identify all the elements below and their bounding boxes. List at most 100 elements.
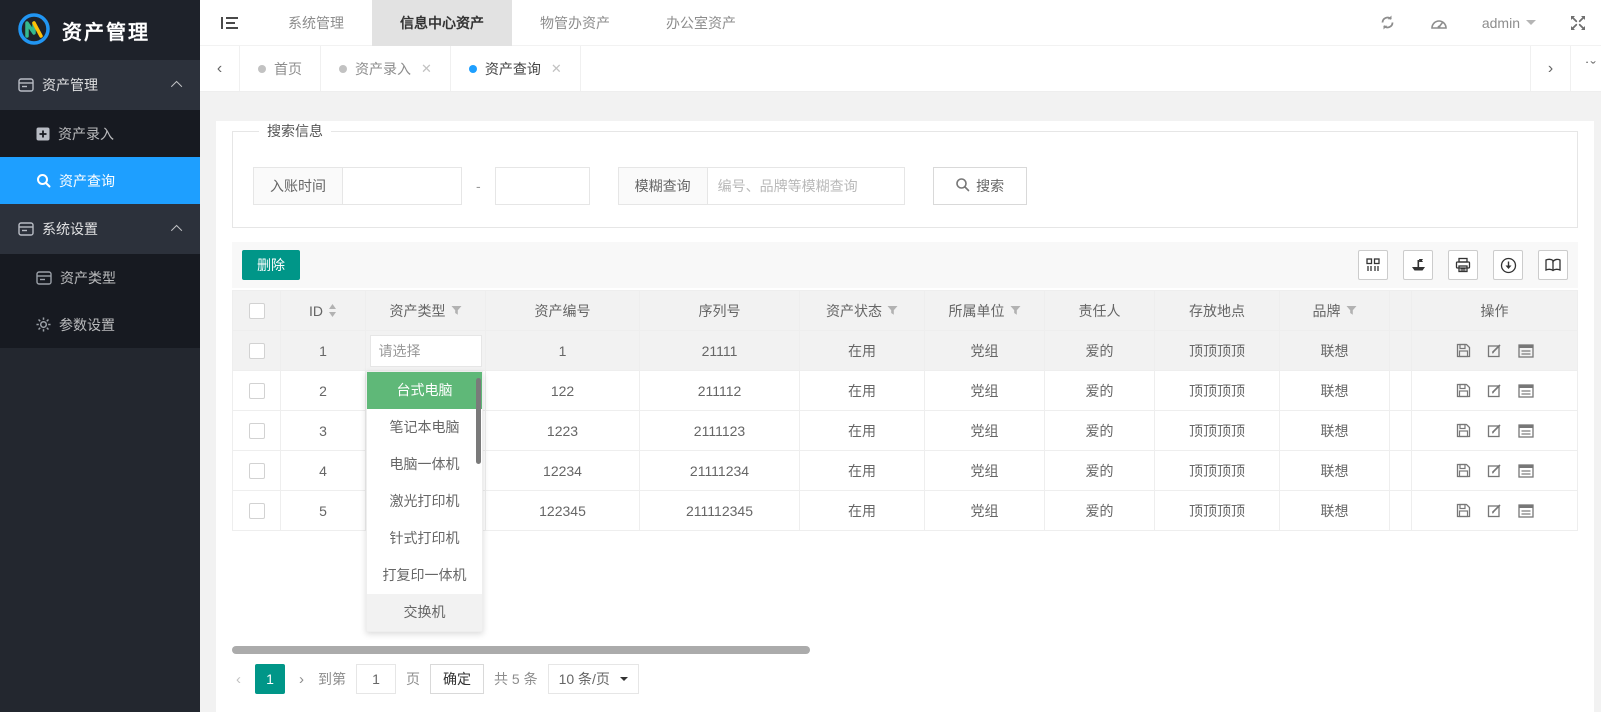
tabs-scroll-left-icon[interactable]: ‹ bbox=[200, 46, 240, 91]
cell-actions bbox=[1412, 371, 1578, 411]
confirm-page-button[interactable]: 确定 bbox=[430, 664, 484, 694]
sidebar-item-asset-query[interactable]: 资产查询 bbox=[0, 157, 200, 204]
save-icon[interactable] bbox=[1456, 423, 1471, 438]
header-location: 存放地点 bbox=[1155, 291, 1280, 331]
dropdown-option[interactable]: 针式打印机 bbox=[367, 520, 482, 557]
sidebar-item-asset-type[interactable]: 资产类型 bbox=[0, 254, 200, 301]
header-owner: 责任人 bbox=[1045, 291, 1155, 331]
tab-label: 首页 bbox=[274, 59, 302, 79]
next-page-icon[interactable]: › bbox=[295, 671, 308, 688]
date-separator: - bbox=[476, 178, 481, 194]
filter-icon[interactable] bbox=[887, 305, 898, 316]
dropdown-option[interactable]: 台式电脑 bbox=[367, 372, 482, 409]
row-checkbox[interactable] bbox=[249, 503, 265, 519]
sidebar-collapse-icon[interactable] bbox=[200, 16, 260, 30]
detail-icon[interactable] bbox=[1518, 343, 1534, 358]
page-size-select[interactable]: 10 条/页 bbox=[548, 664, 639, 694]
fuzzy-input[interactable] bbox=[707, 167, 905, 205]
edit-icon[interactable] bbox=[1487, 423, 1502, 438]
tab-asset-entry[interactable]: 资产录入 ✕ bbox=[321, 46, 451, 91]
print-icon[interactable] bbox=[1448, 250, 1478, 280]
horizontal-scrollbar[interactable] bbox=[232, 646, 810, 654]
sidebar-group-system-settings[interactable]: 系统设置 bbox=[0, 204, 200, 254]
help-book-icon[interactable] bbox=[1538, 250, 1568, 280]
cell-owner: 爱的 bbox=[1045, 411, 1155, 451]
save-icon[interactable] bbox=[1456, 503, 1471, 518]
download-icon[interactable] bbox=[1493, 250, 1523, 280]
sidebar-group-asset-management[interactable]: 资产管理 bbox=[0, 60, 200, 110]
top-nav-info-center-assets[interactable]: 信息中心资产 bbox=[372, 0, 512, 46]
sidebar-item-parameter-settings[interactable]: 参数设置 bbox=[0, 301, 200, 348]
user-menu[interactable]: admin bbox=[1482, 15, 1536, 31]
sort-icon[interactable] bbox=[328, 304, 337, 317]
save-icon[interactable] bbox=[1456, 343, 1471, 358]
row-checkbox[interactable] bbox=[249, 463, 265, 479]
detail-icon[interactable] bbox=[1518, 383, 1534, 398]
header-brand-label: 品牌 bbox=[1313, 301, 1341, 321]
dropdown-option[interactable]: 电脑一体机 bbox=[367, 446, 482, 483]
save-icon[interactable] bbox=[1456, 383, 1471, 398]
tab-asset-query[interactable]: 资产查询 ✕ bbox=[451, 46, 581, 91]
tab-close-icon[interactable]: ✕ bbox=[421, 61, 432, 77]
cell-brand: 联想 bbox=[1280, 491, 1390, 531]
theme-gauge-icon[interactable] bbox=[1430, 15, 1448, 31]
select-all-checkbox[interactable] bbox=[249, 303, 265, 319]
cell-id: 2 bbox=[281, 371, 366, 411]
search-icon bbox=[36, 173, 51, 188]
goto-page-input[interactable] bbox=[356, 664, 396, 694]
sidebar-item-label: 参数设置 bbox=[59, 315, 115, 335]
prev-page-icon[interactable]: ‹ bbox=[232, 671, 245, 688]
date-start-input[interactable] bbox=[342, 167, 462, 205]
cell-owner: 爱的 bbox=[1045, 451, 1155, 491]
type-select-input[interactable] bbox=[370, 335, 482, 367]
tabs-menu-icon[interactable]: ˙ˇ bbox=[1570, 46, 1601, 91]
save-icon[interactable] bbox=[1456, 463, 1471, 478]
top-nav-system-management[interactable]: 系统管理 bbox=[260, 0, 372, 46]
detail-icon[interactable] bbox=[1518, 503, 1534, 518]
fuzzy-group: 模糊查询 bbox=[618, 167, 905, 205]
filter-icon[interactable] bbox=[451, 305, 462, 316]
filter-icon[interactable] bbox=[1010, 305, 1021, 316]
row-checkbox[interactable] bbox=[249, 383, 265, 399]
dropdown-option[interactable]: 激光打印机 bbox=[367, 483, 482, 520]
filter-columns-icon[interactable] bbox=[1358, 250, 1388, 280]
content-area: 搜索信息 入账时间 - 模糊查询 bbox=[200, 92, 1601, 712]
sidebar-item-asset-entry[interactable]: 资产录入 bbox=[0, 110, 200, 157]
export-icon[interactable] bbox=[1403, 250, 1433, 280]
cell-owner: 爱的 bbox=[1045, 491, 1155, 531]
tabs-scroll-right-icon[interactable]: › bbox=[1530, 46, 1570, 91]
row-checkbox[interactable] bbox=[249, 343, 265, 359]
fullscreen-icon[interactable] bbox=[1570, 15, 1586, 31]
detail-icon[interactable] bbox=[1518, 463, 1534, 478]
app-root: 资产管理 资产管理 资产录入 资产查询 系统设置 bbox=[0, 0, 1601, 712]
tab-home[interactable]: 首页 bbox=[240, 46, 321, 91]
delete-button[interactable]: 删除 bbox=[242, 250, 300, 280]
tab-label: 资产录入 bbox=[355, 59, 411, 79]
refresh-icon[interactable] bbox=[1379, 14, 1396, 31]
dropdown-scrollbar[interactable] bbox=[476, 378, 481, 464]
header-status: 资产状态 bbox=[800, 291, 925, 331]
edit-icon[interactable] bbox=[1487, 463, 1502, 478]
top-nav-property-office-assets[interactable]: 物管办资产 bbox=[512, 0, 638, 46]
edit-icon[interactable] bbox=[1487, 383, 1502, 398]
dropdown-option[interactable]: 交换机 bbox=[367, 594, 482, 631]
edit-icon[interactable] bbox=[1487, 343, 1502, 358]
header-unit-label: 所属单位 bbox=[949, 301, 1005, 321]
search-button[interactable]: 搜索 bbox=[933, 167, 1027, 205]
top-nav-office-assets[interactable]: 办公室资产 bbox=[638, 0, 764, 46]
date-end-input[interactable] bbox=[495, 167, 590, 205]
filter-icon[interactable] bbox=[1346, 305, 1357, 316]
dropdown-option[interactable]: 笔记本电脑 bbox=[367, 409, 482, 446]
current-page-button[interactable]: 1 bbox=[255, 664, 285, 694]
detail-icon[interactable] bbox=[1518, 423, 1534, 438]
row-checkbox[interactable] bbox=[249, 423, 265, 439]
search-row: 入账时间 - 模糊查询 搜索 bbox=[253, 167, 1557, 205]
edit-icon[interactable] bbox=[1487, 503, 1502, 518]
cell-unit: 党组 bbox=[925, 371, 1045, 411]
type-dropdown: 台式电脑 笔记本电脑 电脑一体机 激光打印机 针式打印机 打复印一体机 交换机 bbox=[366, 371, 483, 632]
dropdown-option[interactable]: 打复印一体机 bbox=[367, 557, 482, 594]
cell-serial: 21111 bbox=[640, 331, 800, 371]
sidebar: 资产管理 资产管理 资产录入 资产查询 系统设置 bbox=[0, 0, 200, 712]
date-range-label: 入账时间 bbox=[253, 167, 343, 205]
tab-close-icon[interactable]: ✕ bbox=[551, 61, 562, 77]
